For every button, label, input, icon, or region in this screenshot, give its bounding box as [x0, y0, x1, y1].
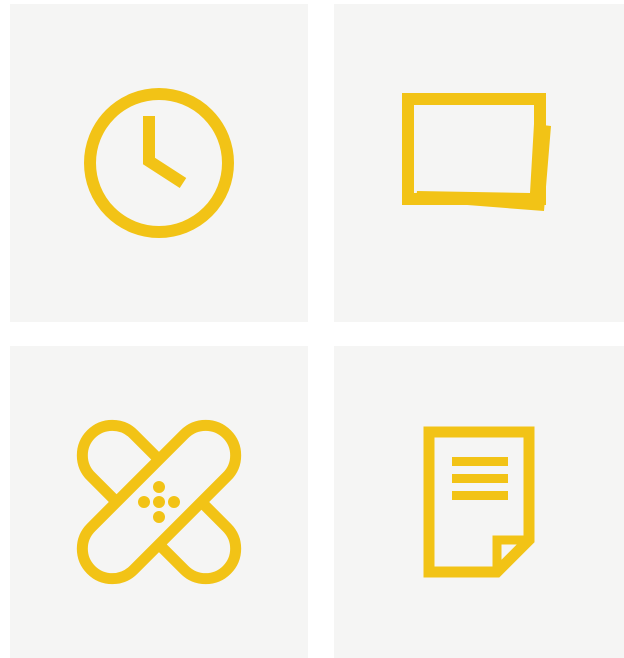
tile-clock[interactable]: [10, 4, 308, 322]
clock-icon: [84, 88, 234, 238]
photos-icon: [402, 93, 551, 215]
tile-photos[interactable]: [334, 4, 624, 322]
tile-document[interactable]: [334, 346, 624, 658]
bandage-icon: [76, 419, 242, 585]
tile-bandage[interactable]: [10, 346, 308, 658]
icon-grid: [0, 0, 624, 658]
document-icon: [423, 426, 535, 578]
